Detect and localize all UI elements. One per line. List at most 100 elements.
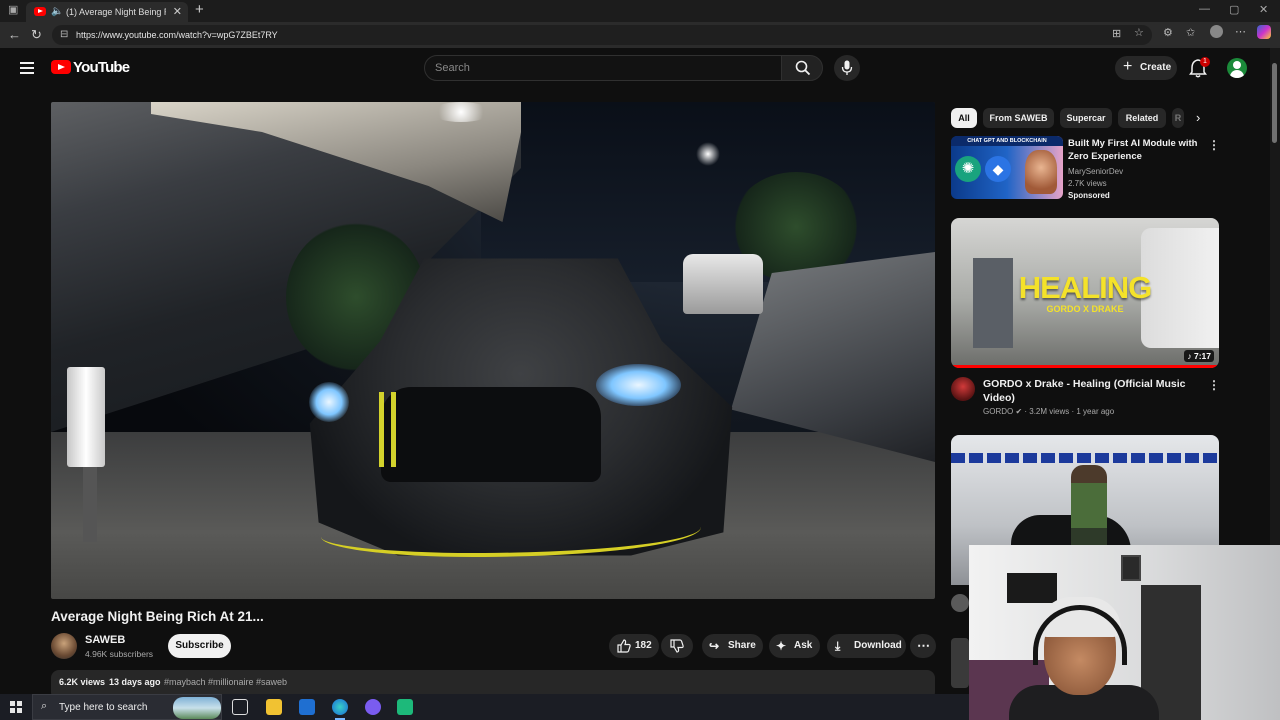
video-frame-bollard-light: [67, 367, 105, 467]
search-highlight-image: [173, 697, 221, 719]
refresh-icon[interactable]: ↻: [31, 27, 42, 43]
discord-icon[interactable]: [365, 699, 381, 715]
browser-tab-youtube[interactable]: 🔈 (1) Average Night Being Rich At 21... …: [26, 2, 188, 22]
edge-browser-icon[interactable]: [332, 699, 348, 720]
webcam-picture-frame: [1121, 555, 1141, 581]
scrollbar-thumb[interactable]: [1272, 63, 1277, 143]
chip-supercar[interactable]: Supercar: [1060, 108, 1112, 128]
ethereum-logo-icon: ◆: [985, 156, 1011, 182]
url-field[interactable]: ⊟ https://www.youtube.com/watch?v=wpG7ZB…: [52, 25, 1152, 45]
thumbnail-subtitle-text: GORDO X DRAKE: [1046, 304, 1124, 314]
rec-meta: GORDO ✔ · 3.2M views · 1 year ago: [983, 407, 1115, 416]
chip-all[interactable]: All: [951, 108, 977, 128]
microphone-icon: [841, 60, 853, 75]
file-explorer-icon[interactable]: [266, 699, 282, 715]
site-info-icon[interactable]: ⊟: [60, 29, 68, 40]
back-icon[interactable]: ←: [8, 27, 21, 42]
ad-thumbnail[interactable]: CHAT GPT AND BLOCKCHAIN ✺ ◆: [951, 136, 1063, 199]
taskbar-search[interactable]: ⌕ Type here to search: [32, 694, 222, 720]
download-button[interactable]: ⤓ Download: [827, 634, 906, 658]
more-options-icon[interactable]: ⋯: [1235, 25, 1246, 38]
like-button[interactable]: 182: [609, 634, 659, 658]
ask-label: Ask: [794, 640, 813, 651]
duration-text: 7:17: [1193, 351, 1211, 361]
chip-related[interactable]: Related: [1118, 108, 1166, 128]
share-label: Share: [728, 640, 756, 651]
account-avatar[interactable]: [1227, 58, 1247, 78]
video-player[interactable]: [51, 102, 935, 599]
webcam-tv: [1007, 573, 1057, 603]
rec-more-icon[interactable]: ⋮: [1208, 378, 1220, 392]
video-frame-car-grille: [381, 387, 601, 482]
task-view-icon[interactable]: [232, 699, 248, 715]
create-button[interactable]: + Create: [1115, 56, 1177, 80]
chevron-right-icon[interactable]: ›: [1196, 110, 1200, 125]
download-icon: ⤓: [835, 639, 841, 653]
ad-more-icon[interactable]: ⋮: [1208, 138, 1220, 152]
video-frame-grille-stripe: [391, 392, 396, 467]
app-available-icon[interactable]: ⊞: [1112, 27, 1121, 40]
ad-views: 2.7K views: [1068, 179, 1107, 188]
watch-progress-bar: [951, 365, 1219, 368]
ad-title[interactable]: Built My First AI Module with Zero Exper…: [1068, 137, 1203, 163]
app-icon[interactable]: [397, 699, 413, 715]
close-window-icon[interactable]: ✕: [1259, 3, 1268, 16]
extensions-icon[interactable]: ⚙: [1163, 26, 1173, 39]
rec-thumbnail[interactable]: [951, 638, 969, 688]
dislike-button[interactable]: [661, 634, 693, 658]
rec-title[interactable]: GORDO x Drake - Healing (Official Music …: [983, 377, 1188, 405]
speaker-icon[interactable]: 🔈: [51, 6, 63, 17]
maximize-icon[interactable]: ▢: [1229, 3, 1239, 16]
close-tab-icon[interactable]: ✕: [173, 5, 182, 18]
like-count: 182: [635, 640, 652, 651]
sparkle-icon: ✦: [776, 639, 787, 653]
rec-thumbnail-healing[interactable]: HEALING GORDO X DRAKE ♪ 7:17: [951, 218, 1219, 368]
subscribe-button[interactable]: Subscribe: [168, 634, 231, 658]
video-title: Average Night Being Rich At 21...: [51, 609, 264, 624]
duration-badge: ♪ 7:17: [1184, 350, 1214, 362]
music-note-icon: ♪: [1187, 351, 1192, 361]
chatgpt-logo-icon: ✺: [955, 156, 981, 182]
rec-channel-avatar[interactable]: [951, 377, 975, 401]
ad-channel[interactable]: MarySeniorDev: [1068, 167, 1123, 176]
ad-thumbnail-banner: CHAT GPT AND BLOCKCHAIN: [951, 136, 1063, 146]
search-input[interactable]: [435, 60, 765, 76]
plus-icon: +: [1123, 58, 1133, 75]
tab-title: (1) Average Night Being Rich At 21...: [66, 7, 166, 17]
tab-actions-icon[interactable]: ▣: [8, 3, 18, 16]
new-tab-icon[interactable]: +: [195, 1, 204, 18]
voice-search-button[interactable]: [834, 55, 860, 81]
minimize-icon[interactable]: —: [1199, 3, 1210, 15]
youtube-masthead: YouTube + Create 1: [0, 48, 1280, 88]
copilot-icon[interactable]: [1257, 25, 1271, 39]
thumbnail-person: [1071, 465, 1107, 555]
url-text: https://www.youtube.com/watch?v=wpG7ZBEt…: [76, 30, 278, 40]
hashtags[interactable]: #maybach #millionaire #saweb: [164, 677, 287, 687]
menu-icon[interactable]: [20, 62, 34, 74]
favorite-star-icon[interactable]: ☆: [1134, 26, 1144, 39]
windows-taskbar: ⌕ Type here to search: [0, 694, 969, 720]
chip-from-channel[interactable]: From SAWEB: [983, 108, 1054, 128]
more-actions-button[interactable]: ⋯: [910, 634, 936, 658]
youtube-favicon-icon: [34, 7, 46, 16]
rec-channel-avatar[interactable]: [951, 594, 969, 612]
chip-truncated[interactable]: R: [1172, 108, 1184, 128]
browser-tab-strip: ▣ 🔈 (1) Average Night Being Rich At 21..…: [0, 0, 1280, 22]
search-button[interactable]: [781, 55, 823, 81]
channel-avatar[interactable]: [51, 633, 77, 659]
channel-name[interactable]: SAWEB: [85, 634, 125, 646]
search-box[interactable]: [424, 55, 782, 81]
view-count: 6.2K views: [59, 677, 106, 687]
youtube-logo-text[interactable]: YouTube: [73, 59, 130, 76]
outlook-icon[interactable]: [299, 699, 315, 715]
windows-start-icon[interactable]: [10, 701, 22, 713]
youtube-logo-icon[interactable]: [51, 60, 71, 74]
page-scrollbar[interactable]: [1270, 48, 1280, 545]
video-frame-grille-stripe: [379, 392, 384, 467]
profile-icon[interactable]: [1210, 25, 1223, 38]
favorites-icon[interactable]: ✩: [1186, 26, 1195, 39]
thumbs-down-icon: [670, 639, 684, 653]
ask-button[interactable]: ✦ Ask: [769, 634, 820, 658]
sponsored-label: Sponsored: [1068, 191, 1110, 200]
share-button[interactable]: ↪ Share: [702, 634, 763, 658]
